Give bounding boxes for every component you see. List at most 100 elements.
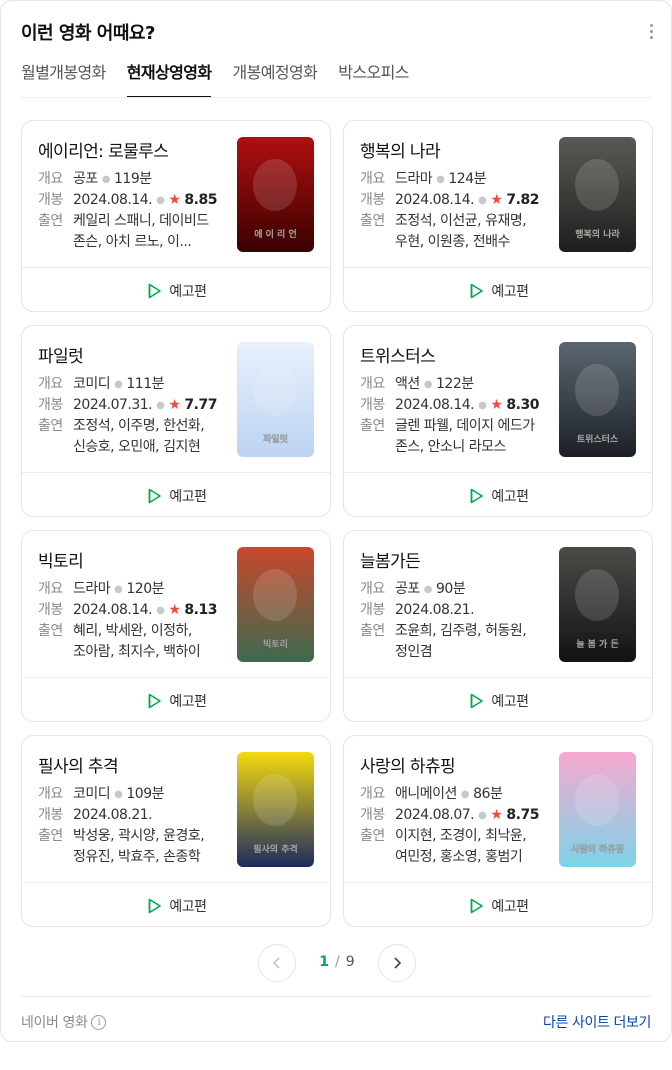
movie-info-area[interactable]: 늘봄가든 개요 공포 ● 90분 개봉 2024.08.21. 출연 조윤희, …: [344, 531, 652, 678]
play-icon: [471, 488, 484, 503]
movie-rating: 7.77: [184, 397, 217, 413]
movie-info-area[interactable]: 에이리언: 로물루스 개요 공포 ● 119분 개봉 2024.08.14. ●…: [22, 121, 330, 268]
release-date: 2024.08.21.: [73, 807, 153, 823]
movie-runtime: 90분: [436, 581, 466, 597]
movie-card[interactable]: 필사의 추격 개요 코미디 ● 109분 개봉 2024.08.21. 출연 박…: [21, 735, 331, 927]
movie-cast: 혜리, 박세완, 이정하, 조아람, 최지수, 백하이: [73, 623, 201, 660]
cast-label: 출연: [360, 418, 385, 434]
movie-info-area[interactable]: 빅토리 개요 드라마 ● 120분 개봉 2024.08.14. ● ★ 8.1…: [22, 531, 330, 678]
movie-details: 개요 코미디 ● 109분 개봉 2024.08.21. 출연 박성웅, 곽시양…: [38, 784, 223, 868]
release-label: 개봉: [360, 192, 385, 208]
trailer-button[interactable]: 예고편: [22, 268, 330, 311]
movie-title[interactable]: 필사의 추격: [38, 752, 119, 777]
trailer-label: 예고편: [491, 693, 529, 710]
trailer-button[interactable]: 예고편: [22, 678, 330, 721]
other-sites-link[interactable]: 다른 사이트 더보기: [543, 1012, 651, 1032]
movie-details: 개요 공포 ● 90분 개봉 2024.08.21. 출연 조윤희, 김주령, …: [360, 579, 545, 663]
poster-title: 트위스터스: [577, 433, 619, 445]
more-vertical-icon[interactable]: [643, 19, 659, 43]
poster-title: 빅토리: [263, 638, 288, 650]
movie-poster[interactable]: 빅토리: [237, 547, 314, 662]
movie-genre: 코미디: [73, 376, 111, 392]
movie-title[interactable]: 행복의 나라: [360, 137, 441, 162]
tab-upcoming[interactable]: 개봉예정영화: [232, 61, 317, 98]
movie-title[interactable]: 에이리언: 로물루스: [38, 137, 169, 162]
release-label: 개봉: [38, 602, 63, 618]
movie-genre: 드라마: [73, 581, 111, 597]
movie-title[interactable]: 사랑의 하츄핑: [360, 752, 456, 777]
movie-card[interactable]: 행복의 나라 개요 드라마 ● 124분 개봉 2024.08.14. ● ★ …: [343, 120, 653, 312]
movie-info-area[interactable]: 파일럿 개요 코미디 ● 111분 개봉 2024.07.31. ● ★ 7.7…: [22, 326, 330, 473]
release-label: 개봉: [38, 397, 63, 413]
info-icon[interactable]: i: [91, 1014, 107, 1030]
movie-genre: 공포: [395, 581, 420, 597]
category-tabs: 월별개봉영화 현재상영영화 개봉예정영화 박스오피스: [21, 61, 430, 98]
movie-details: 개요 드라마 ● 120분 개봉 2024.08.14. ● ★ 8.13 출연…: [38, 579, 223, 663]
trailer-button[interactable]: 예고편: [22, 883, 330, 926]
page-indicator: 1 / 9: [297, 954, 377, 970]
movie-cast: 케일리 스패니, 데이비드 존슨, 아치 르노, 이...: [73, 213, 209, 250]
movie-card[interactable]: 트위스터스 개요 액션 ● 122분 개봉 2024.08.14. ● ★ 8.…: [343, 325, 653, 517]
footer-divider: [21, 996, 651, 997]
trailer-button[interactable]: 예고편: [344, 473, 652, 516]
trailer-label: 예고편: [491, 488, 529, 505]
movie-cast: 글렌 파웰, 데이지 에드가 존스, 안소니 라모스: [395, 418, 535, 455]
source-label: 네이버 영화 i: [21, 1012, 107, 1032]
movie-poster[interactable]: 파일럿: [237, 342, 314, 457]
trailer-button[interactable]: 예고편: [344, 883, 652, 926]
movie-card[interactable]: 빅토리 개요 드라마 ● 120분 개봉 2024.08.14. ● ★ 8.1…: [21, 530, 331, 722]
movie-cast: 조윤희, 김주령, 허동원, 정인겸: [395, 623, 527, 660]
movie-runtime: 111분: [126, 376, 164, 392]
movie-card[interactable]: 사랑의 하츄핑 개요 애니메이션 ● 86분 개봉 2024.08.07. ● …: [343, 735, 653, 927]
movie-cast: 이지현, 조경이, 최낙윤, 여민정, 홍소영, 홍범기: [395, 828, 527, 865]
separator-dot: ●: [156, 195, 165, 206]
prev-page-button[interactable]: [258, 944, 296, 982]
movie-poster[interactable]: 필사의 추격: [237, 752, 314, 867]
separator-dot: ●: [114, 584, 123, 595]
tab-now-showing[interactable]: 현재상영영화: [126, 61, 212, 98]
movie-genre: 코미디: [73, 786, 111, 802]
trailer-button[interactable]: 예고편: [344, 678, 652, 721]
current-page: 1: [319, 954, 330, 970]
trailer-button[interactable]: 예고편: [22, 473, 330, 516]
separator-dot: ●: [156, 400, 165, 411]
movie-card[interactable]: 에이리언: 로물루스 개요 공포 ● 119분 개봉 2024.08.14. ●…: [21, 120, 331, 312]
movie-title[interactable]: 빅토리: [38, 547, 84, 572]
movie-poster[interactable]: 행복의 나라: [559, 137, 636, 252]
poster-title: 늘 봄 가 든: [576, 638, 619, 650]
star-icon: ★: [168, 602, 181, 618]
genre-label: 개요: [360, 581, 385, 597]
movie-title[interactable]: 늘봄가든: [360, 547, 421, 572]
separator-dot: ●: [436, 174, 445, 185]
trailer-button[interactable]: 예고편: [344, 268, 652, 311]
star-icon: ★: [168, 192, 181, 208]
movie-poster[interactable]: 에 이 리 언: [237, 137, 314, 252]
trailer-label: 예고편: [491, 898, 529, 915]
star-icon: ★: [168, 397, 181, 413]
trailer-label: 예고편: [169, 693, 207, 710]
movie-info-area[interactable]: 행복의 나라 개요 드라마 ● 124분 개봉 2024.08.14. ● ★ …: [344, 121, 652, 268]
play-icon: [471, 898, 484, 913]
movie-info-area[interactable]: 트위스터스 개요 액션 ● 122분 개봉 2024.08.14. ● ★ 8.…: [344, 326, 652, 473]
movie-poster[interactable]: 늘 봄 가 든: [559, 547, 636, 662]
tab-monthly-release[interactable]: 월별개봉영화: [21, 61, 106, 98]
movie-card[interactable]: 파일럿 개요 코미디 ● 111분 개봉 2024.07.31. ● ★ 7.7…: [21, 325, 331, 517]
movie-rating: 7.82: [506, 192, 539, 208]
movie-runtime: 119분: [114, 171, 152, 187]
source-text: 네이버 영화: [21, 1015, 88, 1031]
movie-title[interactable]: 트위스터스: [360, 342, 436, 367]
movie-details: 개요 액션 ● 122분 개봉 2024.08.14. ● ★ 8.30 출연 …: [360, 374, 545, 458]
movie-info-area[interactable]: 필사의 추격 개요 코미디 ● 109분 개봉 2024.08.21. 출연 박…: [22, 736, 330, 883]
release-date: 2024.08.14.: [73, 602, 153, 618]
movie-info-area[interactable]: 사랑의 하츄핑 개요 애니메이션 ● 86분 개봉 2024.08.07. ● …: [344, 736, 652, 883]
movie-rating: 8.30: [506, 397, 539, 413]
tab-box-office[interactable]: 박스오피스: [338, 61, 409, 98]
movie-poster[interactable]: 사랑의 하츄핑: [559, 752, 636, 867]
next-page-button[interactable]: [378, 944, 416, 982]
movie-card[interactable]: 늘봄가든 개요 공포 ● 90분 개봉 2024.08.21. 출연 조윤희, …: [343, 530, 653, 722]
movie-poster[interactable]: 트위스터스: [559, 342, 636, 457]
poster-title: 필사의 추격: [253, 843, 298, 855]
movie-title[interactable]: 파일럿: [38, 342, 84, 367]
movie-genre: 드라마: [395, 171, 433, 187]
separator-dot: ●: [114, 789, 123, 800]
